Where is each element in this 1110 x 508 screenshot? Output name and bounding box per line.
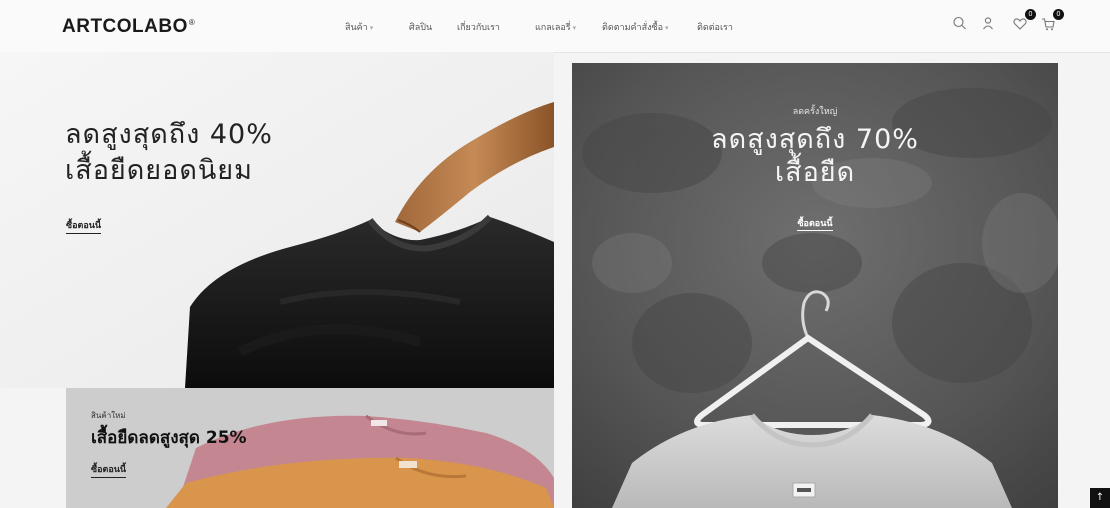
shop-now-link[interactable]: ซื้อตอนนี้ <box>91 462 127 478</box>
site-logo[interactable]: ARTCOLABO® <box>62 16 195 38</box>
nav-item-gallery[interactable]: แกลเลอรี่ ▾ <box>535 20 576 34</box>
shop-now-link-container: ซื้อตอนนี้ <box>572 216 1058 231</box>
logo-registered-mark: ® <box>188 17 196 27</box>
cart-icon[interactable]: 0 <box>1038 9 1064 33</box>
chevron-down-icon: ▾ <box>665 24 669 32</box>
banner-right-title: ลดสูงสุดถึง 70% เสื้อยืด <box>572 123 1058 189</box>
nav-label: เกี่ยวกับเรา <box>457 23 500 33</box>
banner-left[interactable]: ลดสูงสุดถึง 40% เสื้อยืดยอดนิยม ซื้อตอนน… <box>0 52 554 388</box>
nav-item-track-order[interactable]: ติดตามคำสั่งซื้อ ▾ <box>602 20 669 34</box>
arrow-up-icon[interactable]: ↑ <box>1090 488 1110 508</box>
banner-left-title: ลดสูงสุดถึง 40% เสื้อยืดยอดนิยม <box>65 117 273 189</box>
chevron-down-icon: ▾ <box>369 24 374 32</box>
banner-right[interactable]: ลดครั้งใหญ่ ลดสูงสุดถึง 70% เสื้อยืด ซื้… <box>572 63 1058 508</box>
nav-item-artists[interactable]: ศิลปิน <box>409 20 432 34</box>
banner-left-title-line1: ลดสูงสุดถึง 40% <box>65 119 273 150</box>
wishlist-count-badge: 0 <box>1025 9 1036 20</box>
banner-right-kicker: ลดครั้งใหญ่ <box>792 107 838 117</box>
nav-label: ติดต่อเรา <box>697 23 733 33</box>
banner-bottom[interactable]: สินค้าใหม่ เสื้อยืดลดสูงสุด 25% ซื้อตอนน… <box>66 388 554 508</box>
banner-left-title-line2: เสื้อยืดยอดนิยม <box>65 155 253 186</box>
shop-now-link[interactable]: ซื้อตอนนี้ <box>797 219 833 231</box>
banner-right-title-line1: ลดสูงสุดถึง 70% <box>711 124 919 155</box>
nav-label: ติดตามคำสั่งซื้อ <box>602 23 663 33</box>
heart-icon[interactable]: 0 <box>1010 9 1036 33</box>
nav-item-contact[interactable]: ติดต่อเรา <box>697 20 733 34</box>
nav-item-products[interactable]: สินค้า ▾ <box>345 20 373 34</box>
search-icon[interactable] <box>950 13 970 33</box>
nav-label: สินค้า <box>345 23 368 33</box>
nav-label: แกลเลอรี่ <box>535 23 571 33</box>
banner-right-title-line2: เสื้อยืด <box>774 157 856 188</box>
nav-label: ศิลปิน <box>409 23 433 33</box>
banner-bottom-title: เสื้อยืดลดสูงสุด 25% <box>91 428 247 448</box>
nav-item-about[interactable]: เกี่ยวกับเรา <box>457 20 500 34</box>
shop-now-link[interactable]: ซื้อตอนนี้ <box>66 218 102 234</box>
site-header: ARTCOLABO® สินค้า ▾ ศิลปิน เกี่ยวกับเรา แ… <box>0 0 1110 53</box>
user-icon[interactable] <box>978 13 998 33</box>
cart-count-badge: 0 <box>1053 9 1064 20</box>
chevron-down-icon: ▾ <box>572 24 577 32</box>
banner-bottom-kicker: สินค้าใหม่ <box>91 411 126 420</box>
logo-text[interactable]: ARTCOLABO <box>62 16 188 37</box>
